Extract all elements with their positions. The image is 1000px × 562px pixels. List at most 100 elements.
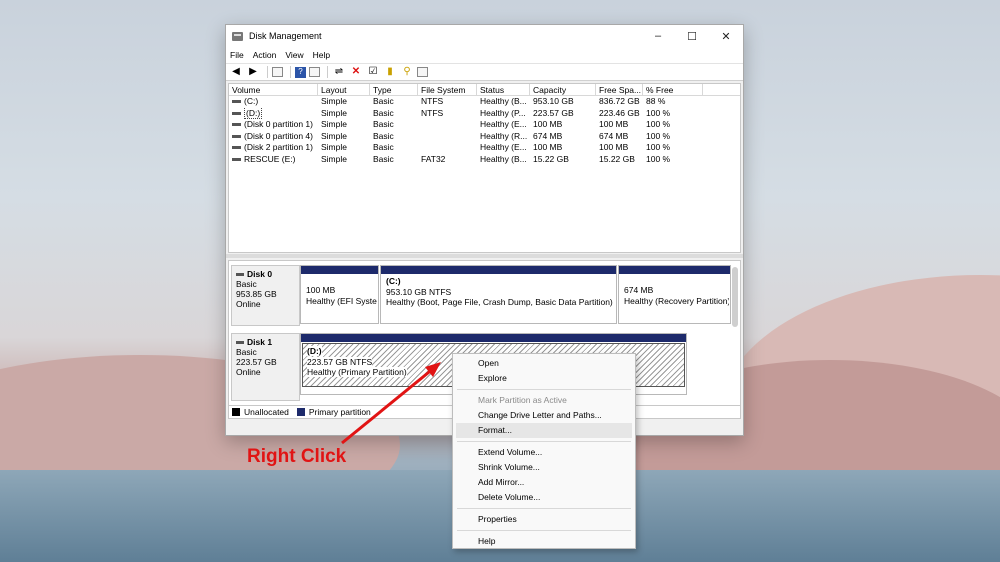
volume-row[interactable]: (Disk 0 partition 4) Simple Basic Health… — [229, 131, 740, 143]
percent-free-cell: 100 % — [646, 142, 671, 152]
file-system-cell: NTFS — [421, 96, 444, 106]
search-icon[interactable]: ⚲ — [400, 66, 414, 78]
type-cell: Basic — [373, 119, 394, 129]
percent-free-cell: 88 % — [646, 96, 666, 106]
view-icon[interactable] — [309, 67, 320, 77]
forward-icon[interactable]: ▶ — [246, 66, 260, 78]
new-icon[interactable]: ▮ — [383, 66, 397, 78]
menu-item-help[interactable]: Help — [453, 534, 635, 549]
volume-name: RESCUE (E:) — [244, 153, 296, 164]
menu-separator — [457, 389, 631, 390]
volume-row[interactable]: (Disk 0 partition 1) Simple Basic Health… — [229, 119, 740, 131]
volume-row[interactable]: (C:) Simple Basic NTFS Healthy (B... 953… — [229, 96, 740, 108]
legend-unallocated: Unallocated — [244, 407, 289, 417]
column-layout[interactable]: Layout — [318, 84, 370, 95]
menu-view[interactable]: View — [285, 50, 303, 60]
volume-row[interactable]: (D:) Simple Basic NTFS Healthy (P... 223… — [229, 107, 740, 120]
column-free-space[interactable]: Free Spa... — [596, 84, 643, 95]
toolbar-separator — [267, 66, 268, 78]
menu-help[interactable]: Help — [313, 50, 330, 60]
disk-1-label[interactable]: Disk 1 Basic 223.57 GB Online — [231, 333, 300, 401]
free-space-cell: 223.46 GB — [599, 107, 640, 118]
menu-item-format[interactable]: Format... — [456, 423, 632, 438]
column-capacity[interactable]: Capacity — [530, 84, 596, 95]
back-icon[interactable]: ◀ — [229, 66, 243, 78]
layout-cell: Simple — [321, 142, 347, 152]
drive-icon — [232, 100, 241, 104]
check-icon[interactable]: ☑ — [366, 66, 380, 78]
menu-item-delete-volume[interactable]: Delete Volume... — [453, 490, 635, 505]
disk-size: 223.57 GB — [236, 357, 277, 367]
status-cell: Healthy (B... — [480, 96, 527, 106]
menu-item-shrink-volume[interactable]: Shrink Volume... — [453, 460, 635, 475]
volume-row[interactable]: RESCUE (E:) Simple Basic FAT32 Healthy (… — [229, 154, 740, 166]
toolbar-separator — [290, 66, 291, 78]
percent-free-cell: 100 % — [646, 153, 671, 164]
free-space-cell: 674 MB — [599, 130, 629, 141]
partition-size: 674 MB — [624, 285, 654, 295]
maximize-button[interactable]: ☐ — [675, 30, 709, 43]
free-space-cell: 100 MB — [599, 119, 629, 129]
column-percent-free[interactable]: % Free — [643, 84, 703, 95]
column-type[interactable]: Type — [370, 84, 418, 95]
volume-name: (Disk 2 partition 1) — [244, 142, 313, 152]
delete-icon[interactable]: ✕ — [349, 66, 363, 78]
column-volume[interactable]: Volume — [229, 84, 318, 95]
close-button[interactable]: ✕ — [709, 30, 743, 43]
menu-item-add-mirror[interactable]: Add Mirror... — [453, 475, 635, 490]
free-space-cell: 100 MB — [599, 142, 629, 152]
partition-size: 223.57 GB NTFS — [307, 356, 373, 367]
disk-icon — [236, 341, 244, 345]
connect-icon[interactable]: ⇌ — [332, 66, 346, 78]
volume-name: (D:) — [244, 107, 263, 119]
menu-action[interactable]: Action — [253, 50, 277, 60]
volume-row[interactable]: (Disk 2 partition 1) Simple Basic Health… — [229, 142, 740, 154]
disk-name-text: Disk 1 — [247, 337, 273, 347]
volume-name: (Disk 0 partition 4) — [244, 130, 313, 141]
drive-icon — [232, 146, 241, 150]
layout-cell: Simple — [321, 153, 347, 164]
help-icon[interactable]: ? — [295, 66, 306, 78]
capacity-cell: 100 MB — [533, 119, 563, 129]
disk-0-label[interactable]: Disk 0 Basic 953.85 GB Online — [231, 265, 300, 326]
menu-item-open[interactable]: Open — [453, 356, 635, 371]
menu-item-extend-volume[interactable]: Extend Volume... — [453, 445, 635, 460]
title-bar[interactable]: Disk Management – ☐ ✕ — [226, 25, 743, 47]
file-system-cell — [418, 131, 477, 143]
menu-item-mark-active: Mark Partition as Active — [478, 395, 567, 405]
menu-file[interactable]: File — [230, 50, 244, 60]
percent-free-cell: 100 % — [646, 107, 671, 118]
type-cell: Basic — [373, 142, 394, 152]
menu-item-change-drive-letter[interactable]: Change Drive Letter and Paths... — [453, 408, 635, 423]
graph-scrollbar[interactable] — [732, 267, 738, 327]
partition-c[interactable]: (C:) 953.10 GB NTFS Healthy (Boot, Page … — [380, 265, 617, 324]
partition-efi[interactable]: 100 MB Healthy (EFI Systen — [300, 265, 379, 324]
percent-free-cell: 100 % — [646, 119, 671, 129]
partition-size: 100 MB — [306, 285, 336, 295]
partition-status: Healthy (Primary Partition) — [307, 367, 407, 377]
volume-name-cell: (Disk 0 partition 4) — [229, 131, 318, 143]
menu-separator — [457, 441, 631, 442]
volume-name-cell: (D:) — [229, 107, 318, 120]
column-status[interactable]: Status — [477, 84, 530, 95]
disk-size: 953.85 GB — [236, 289, 277, 299]
context-menu: Open Explore Mark Partition as Active Ch… — [452, 353, 636, 549]
volume-name-cell: RESCUE (E:) — [229, 154, 318, 166]
legend-primary: Primary partition — [308, 407, 371, 417]
disk-state: Online — [236, 299, 261, 309]
disk-state: Online — [236, 367, 261, 377]
layout-cell: Simple — [321, 96, 347, 106]
toolbar-separator — [327, 66, 328, 78]
status-cell: Healthy (E... — [480, 119, 527, 129]
pane-splitter[interactable] — [226, 254, 743, 258]
partition-letter: (C:) — [386, 276, 401, 286]
status-cell: Healthy (R... — [480, 130, 528, 141]
menu-item-explore[interactable]: Explore — [453, 371, 635, 386]
list-icon[interactable] — [417, 67, 428, 77]
partition-size: 953.10 GB NTFS — [386, 286, 452, 297]
menu-item-properties[interactable]: Properties — [453, 512, 635, 527]
column-file-system[interactable]: File System — [418, 84, 477, 95]
partition-recovery[interactable]: 674 MB Healthy (Recovery Partition) — [618, 265, 731, 324]
minimize-button[interactable]: – — [641, 30, 675, 43]
properties-icon[interactable] — [272, 67, 283, 77]
